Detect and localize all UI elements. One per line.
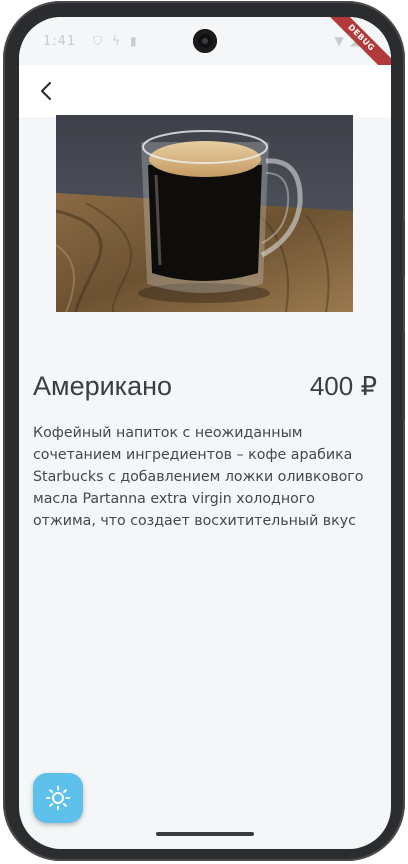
status-bar: 1:41 ⛉ ϟ ▮ ▼ ◢ DEBUG — [19, 17, 391, 86]
sd-card-icon: ▮ — [129, 34, 137, 48]
shield-icon: ⛉ — [93, 34, 103, 48]
status-left-icons: ⛉ ϟ ▮ — [93, 34, 137, 49]
chevron-left-icon — [40, 81, 52, 101]
screen: 1:41 ⛉ ϟ ▮ ▼ ◢ DEBUG — [19, 17, 391, 849]
theme-toggle-button[interactable] — [33, 773, 83, 823]
coffee-cup-photo — [56, 115, 353, 312]
product-title: Американо — [33, 371, 173, 401]
home-indicator[interactable] — [156, 832, 254, 836]
power-button — [402, 331, 405, 421]
volume-button — [402, 221, 405, 277]
notification-icon: ϟ — [112, 34, 120, 48]
back-button[interactable] — [33, 77, 61, 105]
product-image — [56, 115, 353, 312]
phone-frame: 1:41 ⛉ ϟ ▮ ▼ ◢ DEBUG — [3, 1, 405, 861]
app-bar — [19, 65, 391, 117]
sun-icon — [46, 786, 70, 810]
product-price: 400 ₽ — [309, 371, 377, 401]
front-camera — [193, 29, 217, 53]
status-time: 1:41 — [43, 34, 77, 49]
wifi-icon: ▼ — [334, 34, 344, 48]
product-description: Кофейный напиток с неожиданным сочетание… — [33, 425, 364, 529]
